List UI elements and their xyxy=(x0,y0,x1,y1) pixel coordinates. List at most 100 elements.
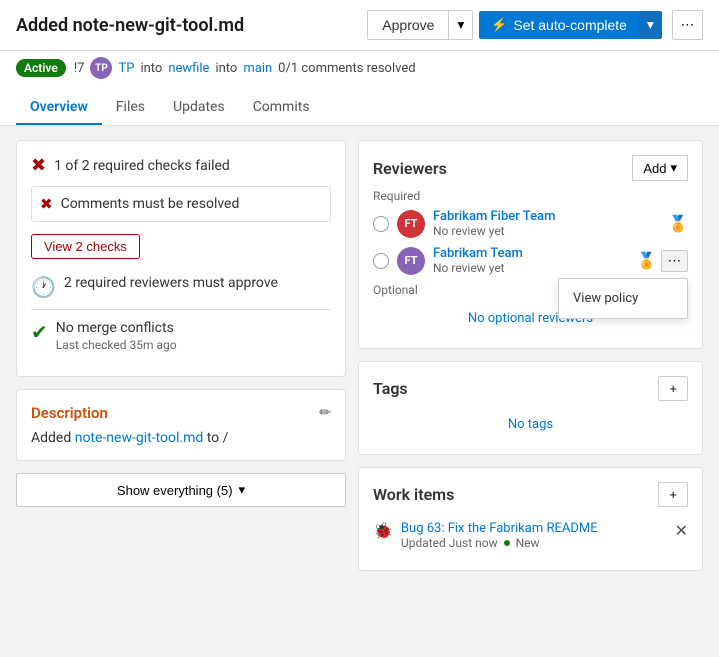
work-item-info: Bug 63: Fix the Fabrikam README Updated … xyxy=(401,521,667,550)
reviewers-header: Reviewers Add ▾ xyxy=(373,155,688,181)
remove-work-item-button[interactable]: ✕ xyxy=(675,521,688,540)
comments-count: 0/1 comments resolved xyxy=(278,61,415,76)
chevron-down-icon: ▾ xyxy=(647,17,654,32)
show-everything-label: Show everything (5) xyxy=(117,483,233,498)
plus-icon: + xyxy=(669,381,677,396)
chevron-down-icon: ▾ xyxy=(457,17,464,32)
top-actions: Approve ▾ ⚡ Set auto-complete ▾ ⋯ xyxy=(367,10,703,40)
reviewer-radio xyxy=(373,253,389,269)
tags-header: Tags + xyxy=(373,376,688,401)
chevron-down-icon: ▾ xyxy=(239,482,246,498)
reviewer-name[interactable]: Fabrikam Fiber Team xyxy=(433,209,660,224)
description-title: Description xyxy=(31,404,108,422)
work-items-title: Work items xyxy=(373,485,454,504)
more-options-button[interactable]: ⋯ xyxy=(672,10,703,40)
work-items-card: Work items + 🐞 Bug 63: Fix the Fabrikam … xyxy=(358,467,703,571)
reviewer-radio xyxy=(373,216,389,232)
approve-button[interactable]: Approve xyxy=(367,10,449,40)
sub-check-row: ✖ Comments must be resolved xyxy=(31,186,331,222)
tab-files[interactable]: Files xyxy=(102,91,159,125)
status-dot xyxy=(504,540,510,546)
approve-dropdown-button[interactable]: ▾ xyxy=(449,10,473,40)
left-panel: ✖ 1 of 2 required checks failed ✖ Commen… xyxy=(16,140,346,571)
work-item-status: New xyxy=(516,536,540,550)
view-policy-item[interactable]: View policy xyxy=(559,285,687,312)
add-reviewer-label: Add xyxy=(643,161,666,176)
reviewer-check-row: 🕐 2 required reviewers must approve xyxy=(31,265,331,309)
description-card: Description ✏ Added note-new-git-tool.md… xyxy=(16,389,346,461)
reviewer-actions: 🏅 xyxy=(668,214,688,233)
reviewer-actions: 🏅 ⋯ xyxy=(637,250,688,272)
add-reviewer-button[interactable]: Add ▾ xyxy=(632,155,688,181)
required-label: Required xyxy=(373,189,688,203)
work-item-title[interactable]: Bug 63: Fix the Fabrikam README xyxy=(401,521,667,536)
plus-icon: + xyxy=(669,487,677,502)
reviewer-status: No review yet xyxy=(433,261,629,275)
sub-error-icon: ✖ xyxy=(40,195,53,213)
reviewers-card: Reviewers Add ▾ Required FT Fabrikam Fib… xyxy=(358,140,703,349)
autocomplete-dropdown-button[interactable]: ▾ xyxy=(639,11,662,39)
reviewer-avatar: FT xyxy=(397,247,425,275)
edit-description-icon[interactable]: ✏ xyxy=(319,405,331,421)
tab-commits[interactable]: Commits xyxy=(239,91,324,125)
meta-info: !7 TP TP into newfile into main 0/1 comm… xyxy=(74,57,416,79)
tab-updates[interactable]: Updates xyxy=(159,91,239,125)
bug-icon: 🐞 xyxy=(373,521,393,540)
show-everything-button[interactable]: Show everything (5) ▾ xyxy=(16,473,346,507)
tab-nav: Overview Files Updates Commits xyxy=(16,87,703,125)
status-badge: Active xyxy=(16,59,66,77)
right-panel: Reviewers Add ▾ Required FT Fabrikam Fib… xyxy=(358,140,703,571)
add-tag-button[interactable]: + xyxy=(658,376,688,401)
reviewer-check-text: 2 required reviewers must approve xyxy=(64,275,278,291)
tags-title: Tags xyxy=(373,379,408,398)
top-bar: Added note-new-git-tool.md Approve ▾ ⚡ S… xyxy=(0,0,719,51)
sub-check-text: Comments must be resolved xyxy=(61,196,240,212)
bolt-icon: ⚡ xyxy=(491,17,507,33)
main-check-row: ✖ 1 of 2 required checks failed xyxy=(31,155,331,176)
tab-overview[interactable]: Overview xyxy=(16,91,102,125)
main-content: ✖ 1 of 2 required checks failed ✖ Commen… xyxy=(0,126,719,585)
autocomplete-button[interactable]: ⚡ Set auto-complete xyxy=(479,11,639,39)
reviewer-row: FT Fabrikam Fiber Team No review yet 🏅 xyxy=(373,209,688,238)
top-bar-left: Added note-new-git-tool.md xyxy=(16,15,244,36)
merge-check-sub: Last checked 35m ago xyxy=(56,338,177,352)
approve-group: Approve ▾ xyxy=(367,10,473,40)
reviewer-status: No review yet xyxy=(433,224,660,238)
main-check-text: 1 of 2 required checks failed xyxy=(54,158,230,174)
meta-bar: Active !7 TP TP into newfile into main 0… xyxy=(0,51,719,126)
checks-bottom: 🕐 2 required reviewers must approve ✔ No… xyxy=(31,265,331,362)
chevron-down-icon: ▾ xyxy=(670,160,677,176)
success-icon: ✔ xyxy=(31,320,48,344)
meta-row: Active !7 TP TP into newfile into main 0… xyxy=(16,57,703,87)
desc-header: Description ✏ xyxy=(31,404,331,422)
reviewer-policy-icon: 🏅 xyxy=(668,214,688,233)
merge-check-text: No merge conflicts xyxy=(56,320,177,336)
tags-card: Tags + No tags xyxy=(358,361,703,455)
work-item-updated: Updated Just now xyxy=(401,536,498,550)
clock-icon: 🕐 xyxy=(31,275,56,299)
author-name[interactable]: TP xyxy=(118,61,134,76)
merge-check-row: ✔ No merge conflicts Last checked 35m ag… xyxy=(31,309,331,362)
autocomplete-group: ⚡ Set auto-complete ▾ xyxy=(479,11,662,39)
page-title: Added note-new-git-tool.md xyxy=(16,15,244,36)
add-work-item-button[interactable]: + xyxy=(658,482,688,507)
description-text: Added note-new-git-tool.md to / xyxy=(31,430,331,446)
error-icon: ✖ xyxy=(31,155,46,176)
no-tags-text: No tags xyxy=(373,409,688,440)
reviewer-more-button[interactable]: ⋯ xyxy=(661,250,688,272)
reviewer-row: FT Fabrikam Team No review yet 🏅 ⋯ View … xyxy=(373,246,688,275)
work-item-row: 🐞 Bug 63: Fix the Fabrikam README Update… xyxy=(373,515,688,556)
work-items-header: Work items + xyxy=(373,482,688,507)
branch-from[interactable]: newfile xyxy=(168,61,209,76)
reviewer-policy-icon: 🏅 xyxy=(637,251,657,270)
desc-link[interactable]: note-new-git-tool.md xyxy=(75,430,204,446)
reviewers-title: Reviewers xyxy=(373,159,447,178)
reviewer-name[interactable]: Fabrikam Team xyxy=(433,246,629,261)
pr-number: !7 xyxy=(74,61,85,76)
reviewer-info: Fabrikam Fiber Team No review yet xyxy=(433,209,660,238)
branch-to[interactable]: main xyxy=(243,61,272,76)
checks-card: ✖ 1 of 2 required checks failed ✖ Commen… xyxy=(16,140,346,377)
view-checks-button[interactable]: View 2 checks xyxy=(31,234,140,259)
work-item-meta: Updated Just now New xyxy=(401,536,667,550)
avatar: TP xyxy=(90,57,112,79)
